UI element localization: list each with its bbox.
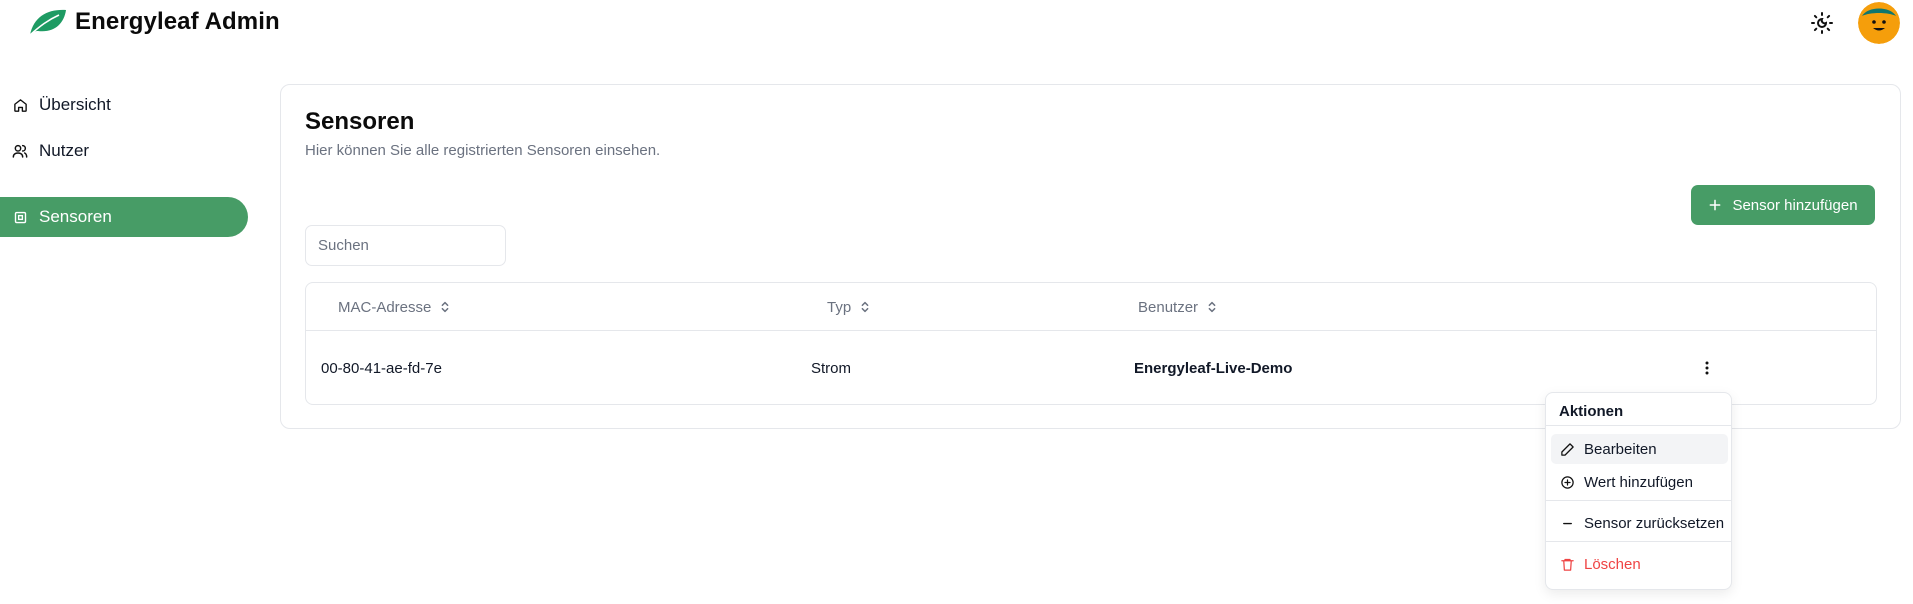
sidebar-item-users[interactable]: Nutzer bbox=[0, 131, 248, 171]
column-header-mac[interactable]: MAC-Adresse bbox=[338, 283, 451, 331]
sidebar-item-label: Übersicht bbox=[39, 95, 111, 114]
more-vertical-icon bbox=[1705, 361, 1709, 375]
table-header: MAC-Adresse Typ Benutzer bbox=[306, 283, 1876, 331]
trash-icon bbox=[1559, 556, 1575, 572]
cell-type: Strom bbox=[811, 359, 852, 377]
pencil-icon bbox=[1559, 441, 1575, 457]
cpu-icon bbox=[12, 209, 28, 225]
sort-icon bbox=[859, 300, 871, 314]
actions-menu: Aktionen Bearbeiten Wert hinzufügen Sens… bbox=[1545, 392, 1732, 590]
add-sensor-button[interactable]: Sensor hinzufügen bbox=[1691, 185, 1875, 225]
app-title: Energyleaf Admin bbox=[75, 8, 280, 35]
column-header-label: MAC-Adresse bbox=[338, 298, 432, 316]
menu-item-reset-sensor[interactable]: Sensor zurücksetzen bbox=[1551, 508, 1728, 538]
sidebar-item-label: Nutzer bbox=[39, 141, 90, 160]
search-input[interactable] bbox=[305, 225, 506, 266]
home-icon bbox=[12, 97, 28, 113]
column-header-user[interactable]: Benutzer bbox=[1138, 283, 1218, 331]
menu-item-edit[interactable]: Bearbeiten bbox=[1551, 434, 1728, 464]
column-header-type[interactable]: Typ bbox=[827, 283, 871, 331]
menu-divider bbox=[1546, 500, 1731, 501]
menu-title: Aktionen bbox=[1559, 403, 1624, 420]
menu-item-label: Bearbeiten bbox=[1584, 440, 1657, 458]
page-subtitle: Hier können Sie alle registrierten Senso… bbox=[305, 142, 661, 159]
user-avatar[interactable] bbox=[1858, 2, 1900, 44]
sidebar-item-sensors[interactable]: Sensoren bbox=[0, 197, 248, 237]
leaf-icon bbox=[26, 6, 68, 38]
cell-user: Energyleaf-Live-Demo bbox=[1134, 359, 1293, 377]
sun-moon-icon bbox=[1811, 12, 1833, 34]
menu-divider bbox=[1546, 425, 1731, 426]
menu-item-delete[interactable]: Löschen bbox=[1551, 549, 1728, 579]
menu-divider bbox=[1546, 541, 1731, 542]
plus-circle-icon bbox=[1559, 474, 1575, 490]
sort-icon bbox=[439, 300, 451, 314]
cell-mac: 00-80-41-ae-fd-7e bbox=[321, 359, 442, 377]
menu-item-label: Wert hinzufügen bbox=[1584, 473, 1693, 491]
column-header-label: Typ bbox=[827, 298, 852, 316]
menu-item-label: Löschen bbox=[1584, 555, 1641, 573]
sidebar-item-overview[interactable]: Übersicht bbox=[0, 85, 248, 125]
sidebar-item-label: Sensoren bbox=[39, 207, 112, 226]
menu-item-label: Sensor zurücksetzen bbox=[1584, 514, 1725, 532]
add-sensor-label: Sensor hinzufügen bbox=[1732, 196, 1858, 214]
top-header: Energyleaf Admin bbox=[0, 0, 1913, 48]
theme-toggle-button[interactable] bbox=[1808, 9, 1836, 37]
sensors-card: Sensoren Hier können Sie alle registrier… bbox=[280, 84, 1901, 429]
menu-item-add-value[interactable]: Wert hinzufügen bbox=[1551, 467, 1728, 497]
users-icon bbox=[12, 143, 28, 159]
page-title: Sensoren bbox=[305, 108, 415, 135]
sort-icon bbox=[1206, 300, 1218, 314]
column-header-label: Benutzer bbox=[1138, 298, 1199, 316]
minus-icon bbox=[1559, 515, 1575, 531]
row-actions-button[interactable] bbox=[1694, 355, 1720, 381]
plus-icon bbox=[1708, 198, 1722, 212]
sensors-table: MAC-Adresse Typ Benutzer 00-80-41-ae-fd-… bbox=[305, 282, 1877, 405]
